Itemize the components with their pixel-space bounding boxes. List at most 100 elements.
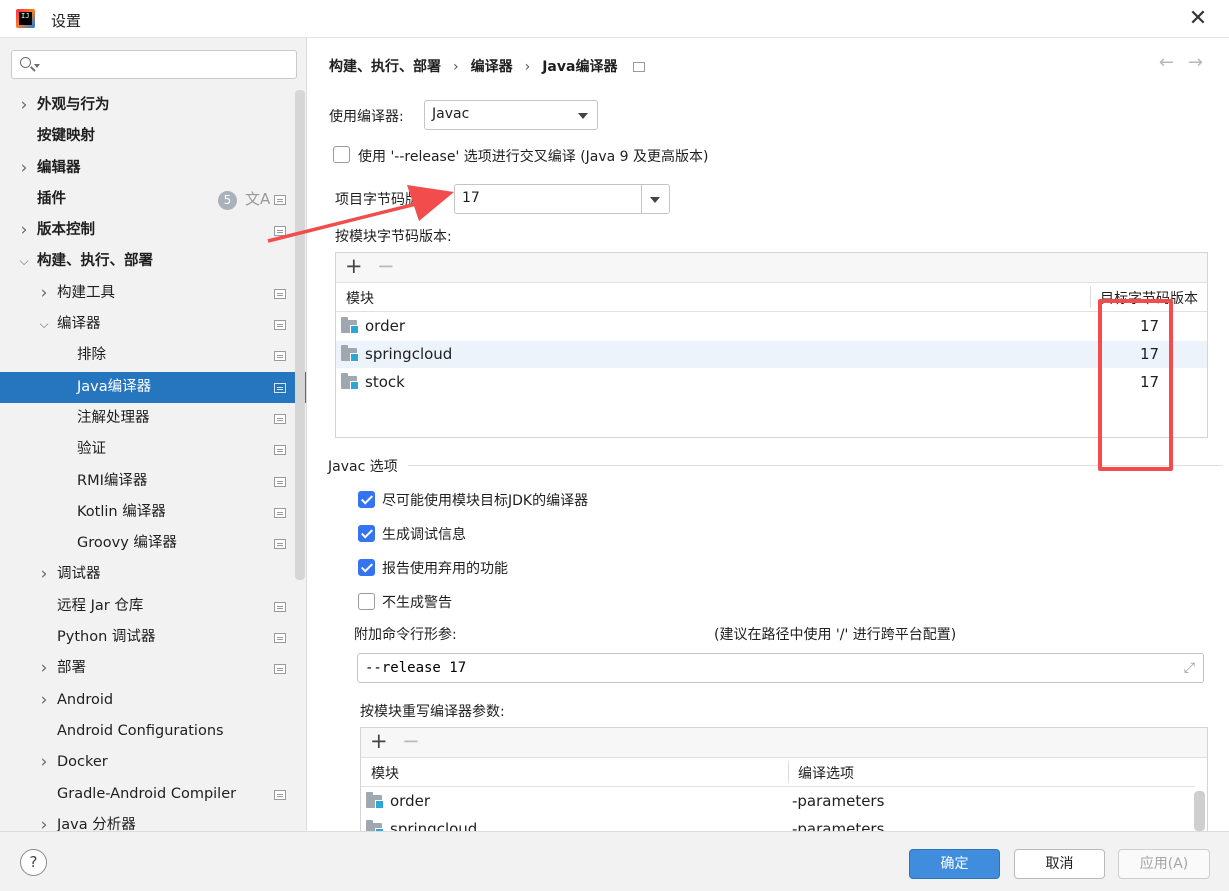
compiler-select-value: Javac (432, 106, 470, 122)
javac-option-label: 尽可能使用模块目标JDK的编译器 (382, 493, 589, 509)
chevron-right-icon[interactable]: › (37, 747, 51, 778)
table-row[interactable]: order 17 (336, 313, 1207, 340)
translate-icon: 文A (245, 189, 271, 208)
sidebar-item[interactable]: ⌵ 构建、执行、部署 (0, 246, 295, 277)
chevron-down-icon[interactable]: ⌵ (37, 309, 51, 340)
module-folder-icon (341, 373, 359, 390)
sidebar-item[interactable]: 插件 5 文A (0, 184, 295, 215)
project-scope-icon (274, 476, 286, 487)
column-header-options[interactable]: 编译选项 (798, 763, 854, 783)
javac-option-checkbox[interactable] (358, 525, 375, 542)
sidebar-item[interactable]: › 编辑器 (0, 153, 295, 184)
compile-options[interactable]: -parameters (792, 820, 884, 831)
search-input[interactable] (44, 53, 284, 76)
sidebar-scrollbar[interactable] (295, 90, 305, 580)
module-bytecode-table: + − 模块 目标字节码版本 order 17 springcloud 17 stock… (335, 252, 1208, 438)
project-scope-icon (274, 226, 286, 237)
table-row[interactable]: order -parameters (361, 788, 1195, 815)
release-option-checkbox[interactable] (333, 146, 350, 163)
chevron-right-icon[interactable]: › (17, 215, 31, 246)
sidebar-item[interactable]: RMI编译器 (0, 466, 295, 497)
sidebar-item[interactable]: › Docker (0, 747, 295, 778)
sidebar-item[interactable]: › Java 分析器 (0, 810, 295, 831)
chevron-right-icon[interactable]: › (37, 685, 51, 716)
search-history-caret-icon[interactable] (34, 64, 40, 68)
add-icon[interactable]: + (345, 254, 363, 278)
cmd-params-field[interactable]: ⤢ (357, 653, 1204, 683)
sidebar-item[interactable]: 远程 Jar 仓库 (0, 591, 295, 622)
close-icon[interactable]: ✕ (1185, 6, 1211, 32)
project-scope-icon (274, 445, 286, 456)
table-row[interactable]: springcloud -parameters (361, 816, 1195, 831)
sidebar-item[interactable]: 验证 (0, 434, 295, 465)
column-divider[interactable] (788, 761, 789, 783)
table-row[interactable]: stock 17 (336, 369, 1207, 396)
sidebar-item[interactable]: › 部署 (0, 653, 295, 684)
back-arrow-icon[interactable]: ← (1159, 52, 1188, 73)
chevron-right-icon[interactable]: › (17, 90, 31, 121)
bytecode-version-value: 17 (462, 190, 480, 206)
target-version[interactable]: 17 (1140, 373, 1159, 391)
breadcrumb-separator: › (453, 59, 459, 75)
module-name: order (390, 792, 430, 810)
target-version[interactable]: 17 (1140, 345, 1159, 363)
column-divider[interactable] (1090, 286, 1091, 308)
sidebar-item[interactable]: Groovy 编译器 (0, 528, 295, 559)
add-icon[interactable]: + (370, 729, 388, 753)
breadcrumb-separator: › (524, 59, 531, 75)
sidebar-item[interactable]: › 构建工具 (0, 278, 295, 309)
sidebar-item[interactable]: Java编译器 (0, 371, 306, 403)
chevron-right-icon[interactable]: › (37, 278, 51, 309)
cmd-params-input[interactable] (365, 658, 1165, 678)
project-scope-icon (274, 789, 286, 800)
sidebar-item[interactable]: Gradle-Android Compiler (0, 779, 295, 810)
chevron-right-icon[interactable]: › (37, 810, 51, 831)
sidebar-item[interactable]: 排除 (0, 340, 295, 371)
remove-icon[interactable]: − (402, 729, 420, 753)
javac-options-title: Javac 选项 (328, 459, 398, 475)
project-scope-icon (274, 351, 286, 362)
breadcrumb-item[interactable]: 构建、执行、部署 (329, 59, 441, 75)
sidebar-item[interactable]: Kotlin 编译器 (0, 497, 295, 528)
sidebar-item-label: Kotlin 编译器 (77, 503, 166, 520)
javac-option-checkbox[interactable] (358, 559, 375, 576)
sidebar-item[interactable]: 按键映射 (0, 121, 295, 152)
column-header-target[interactable]: 目标字节码版本 (1100, 288, 1198, 308)
chevron-right-icon[interactable]: › (37, 653, 51, 684)
sidebar-item[interactable]: Python 调试器 (0, 622, 295, 653)
sidebar-item-label: 插件 (37, 190, 66, 207)
sidebar-item[interactable]: ⌵ 编译器 (0, 309, 295, 340)
ok-button[interactable]: 确定 (909, 849, 1000, 879)
chevron-right-icon[interactable]: › (37, 559, 51, 590)
sidebar-item[interactable]: › 调试器 (0, 559, 295, 590)
javac-option-checkbox[interactable] (358, 491, 375, 508)
sidebar-item[interactable]: 注解处理器 (0, 403, 295, 434)
compiler-select[interactable]: Javac (424, 100, 598, 130)
sidebar-item[interactable]: › 外观与行为 (0, 90, 295, 121)
help-button[interactable]: ? (20, 849, 47, 876)
table-row[interactable]: springcloud 17 (336, 341, 1207, 368)
remove-icon[interactable]: − (377, 254, 395, 278)
cancel-button[interactable]: 取消 (1014, 849, 1105, 879)
sidebar-item[interactable]: Android Configurations (0, 716, 295, 747)
chevron-right-icon[interactable]: › (17, 153, 31, 184)
sidebar-item[interactable]: › 版本控制 (0, 215, 295, 246)
module-bytecode-label: 按模块字节码版本: (335, 229, 452, 245)
target-version[interactable]: 17 (1140, 317, 1159, 335)
project-scope-icon (633, 62, 646, 72)
bytecode-version-combo[interactable]: 17 (454, 184, 670, 214)
sidebar-item[interactable]: › Android (0, 685, 295, 716)
apply-button[interactable]: 应用(A) (1118, 849, 1210, 879)
chevron-down-icon[interactable] (650, 197, 660, 203)
forward-arrow-icon[interactable]: → (1188, 52, 1217, 73)
settings-search[interactable] (11, 50, 297, 79)
expand-icon[interactable]: ⤢ (1184, 660, 1195, 676)
override-table-scrollbar[interactable] (1194, 791, 1205, 831)
project-scope-icon (274, 664, 286, 675)
column-header-module[interactable]: 模块 (371, 763, 399, 783)
column-header-module[interactable]: 模块 (346, 288, 374, 308)
compile-options[interactable]: -parameters (792, 792, 884, 810)
chevron-down-icon[interactable]: ⌵ (17, 246, 31, 277)
javac-option-checkbox[interactable] (358, 593, 375, 610)
breadcrumb-item[interactable]: 编译器 (471, 59, 513, 75)
